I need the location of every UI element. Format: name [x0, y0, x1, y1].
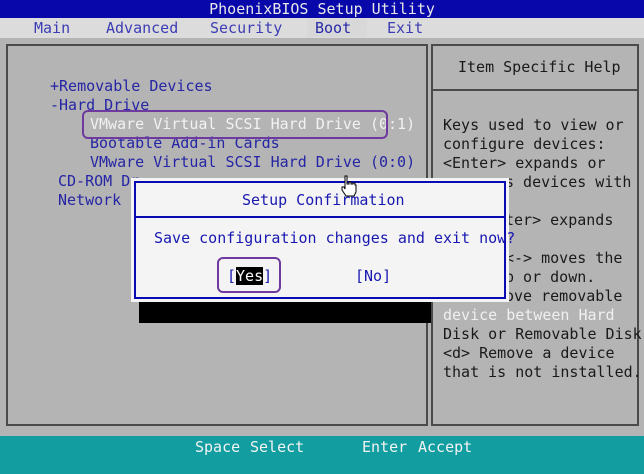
dialog-message: Save configuration changes and exit now?	[154, 229, 516, 247]
status-action-select: Select	[250, 438, 305, 456]
dialog-title: Setup Confirmation	[242, 191, 405, 209]
menu-exit[interactable]: Exit	[387, 19, 423, 37]
status-key-space: Space	[195, 438, 241, 456]
help-line: s devices with	[505, 173, 632, 191]
status-action-accept: Accept	[418, 438, 473, 456]
help-line: <-> moves the	[505, 249, 623, 267]
boot-item-removable[interactable]: +Removable Devices	[50, 77, 213, 95]
menu-boot[interactable]: Boot	[307, 19, 367, 37]
boot-item-cdrom[interactable]: CD-ROM Dr	[58, 172, 139, 190]
help-line: device between Hard	[443, 306, 615, 324]
help-line: that is not installed.	[443, 363, 642, 381]
no-button[interactable]: [No]	[355, 267, 391, 285]
help-line: <d> Remove a device	[443, 344, 615, 362]
boot-item-network[interactable]: Network b	[58, 191, 139, 209]
help-line: configure devices:	[443, 135, 606, 153]
app-title: PhoenixBIOS Setup Utility	[209, 0, 435, 18]
menu-security[interactable]: Security	[210, 19, 282, 37]
boot-item-scsi-0-0[interactable]: VMware Virtual SCSI Hard Drive (0:0)	[90, 153, 415, 171]
help-title: Item Specific Help	[458, 58, 621, 76]
help-line: ter> expands	[505, 211, 614, 229]
help-line: <Enter> expands or	[443, 154, 606, 172]
help-line: Keys used to view or	[443, 116, 624, 134]
dialog-shadow	[139, 302, 431, 323]
help-line: p or down.	[505, 268, 596, 286]
status-bar	[0, 436, 644, 474]
menu-advanced[interactable]: Advanced	[106, 19, 178, 37]
yes-button-highlight	[217, 257, 281, 293]
dialog-separator	[136, 216, 504, 218]
help-line: ove removable	[505, 287, 623, 305]
hand-pointer-icon	[341, 175, 357, 197]
selected-item-highlight	[82, 110, 388, 139]
status-key-enter: Enter	[362, 438, 408, 456]
help-line: Disk or Removable Disk	[443, 325, 642, 343]
menu-main[interactable]: Main	[34, 19, 70, 37]
help-divider	[431, 89, 639, 91]
